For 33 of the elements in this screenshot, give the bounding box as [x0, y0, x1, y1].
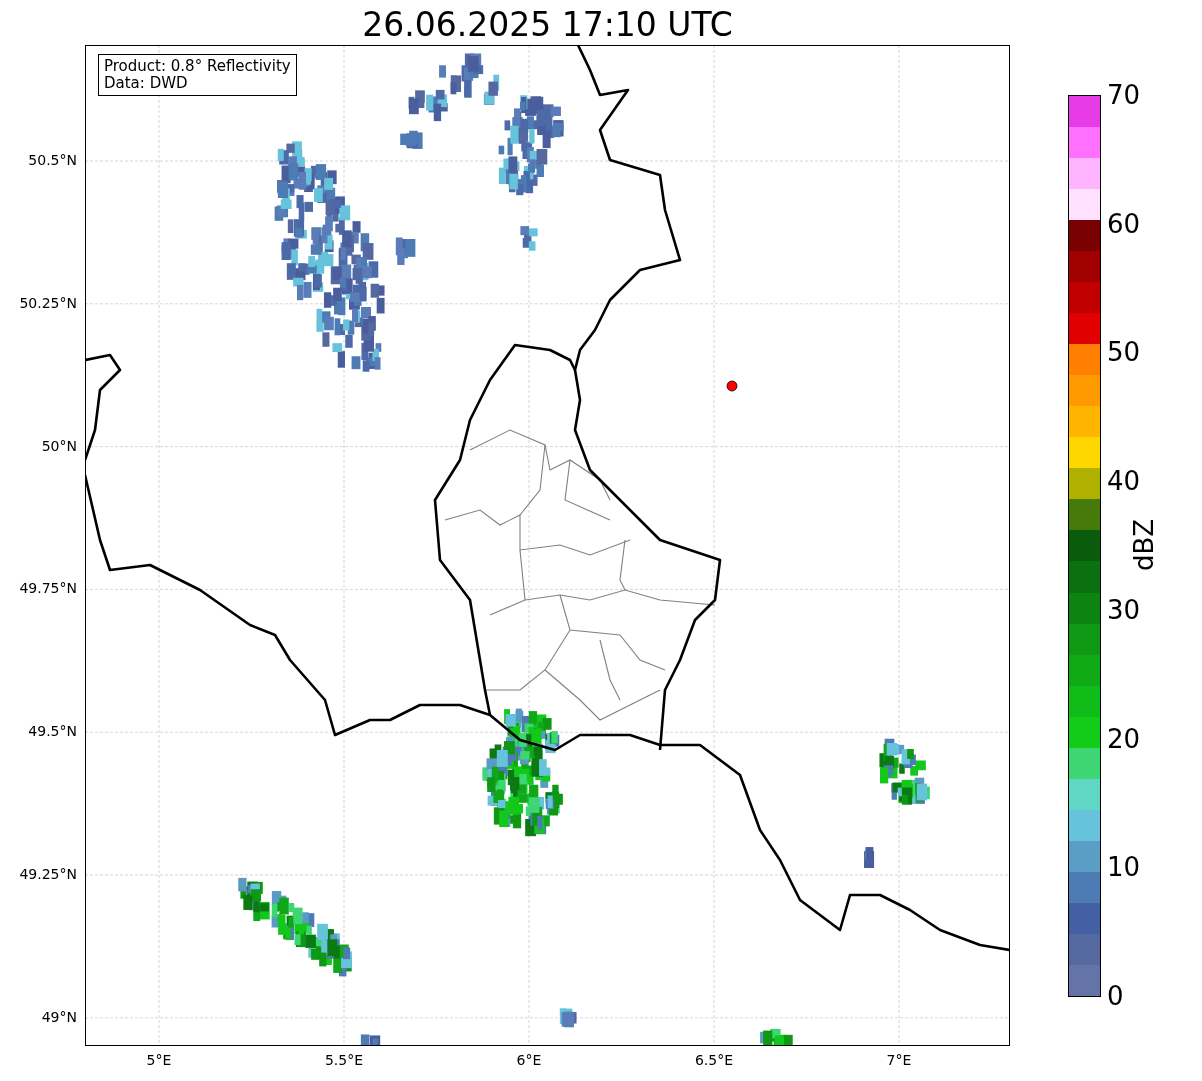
latitude-label: 49.75°N	[19, 580, 77, 597]
colorbar-label: 40	[1107, 467, 1141, 496]
latitude-label: 50.5°N	[28, 152, 77, 168]
latitude-label: 50.25°N	[19, 294, 77, 311]
colorbar-label: 20	[1107, 724, 1141, 753]
latitude-label: 49.25°N	[19, 866, 77, 882]
longitude-label: 7°E	[886, 1052, 912, 1068]
latitude-label: 50°N	[41, 437, 77, 454]
colorbar-label: 70	[1107, 81, 1141, 109]
colorbar-label: 10	[1107, 853, 1141, 882]
colorbar-label: 60	[1107, 209, 1141, 238]
radar-echo	[395, 237, 416, 265]
radar-echo	[360, 1034, 381, 1045]
radar-echo	[559, 1008, 577, 1028]
latitude-label: 49.5°N	[28, 723, 77, 740]
info-text: Data: DWD	[104, 75, 189, 92]
colorbar-label: 50	[1107, 338, 1141, 367]
longitude-label: 5.5°E	[324, 1052, 364, 1068]
latitude-label: 49°N	[41, 1008, 77, 1025]
longitude-label: 6.5°E	[694, 1052, 734, 1068]
radar-echo	[864, 847, 875, 868]
colorbar-label: 30	[1107, 595, 1141, 624]
longitude-label: 5°E	[146, 1052, 172, 1068]
longitude-label: 6°E	[516, 1052, 542, 1068]
colorbar-label: 0	[1107, 982, 1124, 1010]
radar-echo	[879, 738, 930, 805]
colorbar-title: dBZ	[1129, 518, 1160, 572]
radar-echo	[760, 1028, 793, 1045]
info-text: Product: 0.8° Reflectivity	[104, 58, 291, 75]
location-marker	[726, 380, 738, 392]
radar-echo	[400, 130, 423, 149]
map-title: 26.06.2025 17:10 UTC	[361, 4, 734, 45]
radar-echo	[520, 226, 538, 251]
